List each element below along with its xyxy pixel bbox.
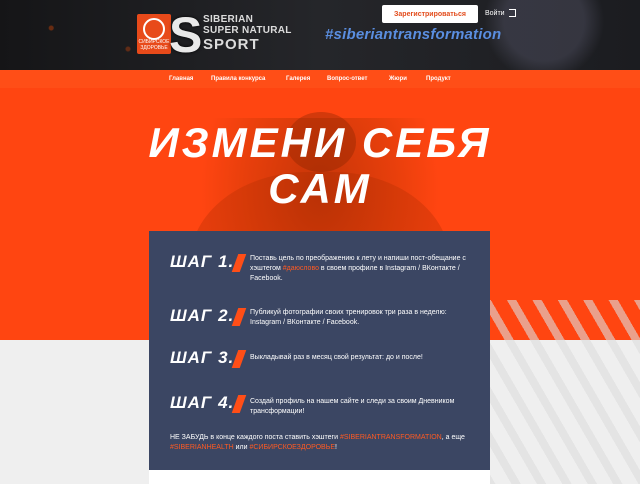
nav-item-rules[interactable]: Правила конкурса bbox=[211, 70, 265, 88]
login-link[interactable]: Войти bbox=[485, 9, 516, 19]
nav-item-gallery[interactable]: Галерея bbox=[286, 70, 310, 88]
step-1-hashtag: #даюслово bbox=[282, 265, 319, 272]
hero-title-line-1: ИЗМЕНИ СЕБЯ bbox=[148, 119, 492, 166]
main-nav: Главная Правила конкурса Галерея Вопрос-… bbox=[0, 70, 640, 88]
login-icon bbox=[508, 9, 516, 18]
nav-item-home[interactable]: Главная bbox=[169, 70, 193, 88]
step-2-text: Публикуй фотографии своих тренировок три… bbox=[250, 309, 447, 326]
register-button[interactable]: Зарегистрироваться bbox=[382, 5, 478, 23]
hashtag-reminder: НЕ ЗАБУДЬ в конце каждого поста ставить … bbox=[170, 433, 480, 453]
nav-item-faq[interactable]: Вопрос-ответ bbox=[327, 70, 367, 88]
step-4-title-text: ШАГ 4. bbox=[170, 393, 235, 412]
reminder-tag-1: #SIBERIANTRANSFORMATION bbox=[339, 434, 442, 441]
step-4-title: ШАГ 4. bbox=[170, 393, 247, 413]
header-hashtag: #siberiantransformation bbox=[325, 26, 502, 43]
hero-title-line-2: САМ bbox=[268, 165, 372, 212]
logo-line-2: SUPER NATURAL bbox=[203, 25, 292, 36]
step-3-title: ШАГ 3. bbox=[170, 348, 247, 368]
step-1-title: ШАГ 1. bbox=[170, 252, 247, 272]
reminder-text-1: НЕ ЗАБУДЬ в конце каждого поста ставить … bbox=[170, 434, 340, 441]
tree-icon bbox=[143, 18, 165, 40]
step-3-title-text: ШАГ 3. bbox=[170, 348, 235, 367]
logo-line-1: SIBERIAN bbox=[203, 14, 254, 25]
site-header: СИБИРСКОЕ ЗДОРОВЬЕ S SIBERIAN SUPER NATU… bbox=[0, 0, 640, 70]
reminder-text-2: , а еще bbox=[441, 434, 465, 441]
logo-line-3: SPORT bbox=[203, 36, 260, 53]
logo-caption: СИБИРСКОЕ ЗДОРОВЬЕ bbox=[138, 39, 170, 51]
nav-item-jury[interactable]: Жюри bbox=[389, 70, 407, 88]
step-4-text: Создай профиль на нашем сайте и следи за… bbox=[250, 398, 455, 415]
sport-logo-text[interactable]: SIBERIAN SUPER NATURAL SPORT bbox=[203, 14, 292, 53]
siberian-health-logo[interactable]: СИБИРСКОЕ ЗДОРОВЬЕ bbox=[137, 14, 171, 54]
reminder-text-4: ! bbox=[334, 444, 337, 451]
nav-item-product[interactable]: Продукт bbox=[426, 70, 451, 88]
reminder-text-3: или bbox=[233, 444, 250, 451]
reminder-tag-3: #СИБИРСКОЕЗДОРОВЬЕ bbox=[249, 444, 335, 451]
reminder-tag-2: #SIBERIANHEALTH bbox=[170, 444, 234, 451]
hero-title: ИЗМЕНИ СЕБЯ САМ bbox=[0, 120, 640, 212]
panel-bottom-box bbox=[149, 470, 490, 484]
header-background bbox=[0, 0, 640, 70]
sport-logo-letter[interactable]: S bbox=[169, 10, 205, 60]
decorative-stripes bbox=[470, 300, 640, 484]
step-2-title: ШАГ 2. bbox=[170, 306, 247, 326]
login-label: Войти bbox=[485, 10, 505, 17]
step-2-title-text: ШАГ 2. bbox=[170, 306, 235, 325]
step-3-text: Выкладывай раз в месяц свой результат: д… bbox=[250, 354, 423, 361]
step-1-title-text: ШАГ 1. bbox=[170, 252, 235, 271]
step-1-text: Поставь цель по преображению к лету и на… bbox=[250, 254, 472, 284]
